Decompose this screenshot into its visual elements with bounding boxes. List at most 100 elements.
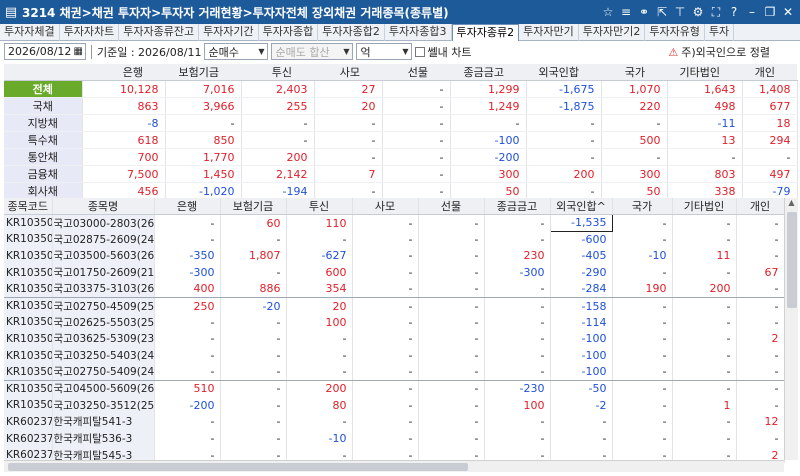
row-label: 회사채 (4, 182, 83, 200)
pin-icon[interactable]: ⊤ (672, 5, 688, 19)
value-cell: - (220, 430, 287, 447)
column-header[interactable]: 종목코드 (4, 198, 53, 215)
table-row[interactable]: KR1035026국고03250-5403(24-2)-------100--- (4, 347, 785, 364)
tab-item[interactable]: 투자자만기2 (579, 24, 646, 41)
table-row[interactable]: KR1035016국고01750-2609(21-7)-300-600---30… (4, 264, 785, 281)
sort-note-text: 주)외국인으로 정렬 (681, 46, 770, 59)
tab-item[interactable]: 투자자체결 (0, 24, 60, 41)
tab-item[interactable]: 투자자종합2 (318, 24, 385, 41)
tab-item[interactable]: 투자자만기 (519, 24, 579, 41)
column-header[interactable]: 국가 (612, 198, 673, 215)
value-cell: - (154, 363, 221, 381)
date-input[interactable]: 2026/08/12 ▦ (4, 43, 86, 60)
restore-icon[interactable]: ❐ (762, 5, 778, 19)
summary-row[interactable]: 금융채 7,500 1,450 2,142 7-300 200 300 803 497 (4, 165, 798, 183)
tab-item[interactable]: 투자자기간 (199, 24, 259, 41)
value-cell: - (314, 131, 383, 149)
column-header[interactable]: 은행 (82, 64, 165, 81)
value-cell: - (352, 214, 419, 232)
table-row[interactable]: KR1035036국고03375-3103(26-3)400886354----… (4, 280, 785, 298)
table-row[interactable]: KR1035026국고03625-5309(23-7)-------100--2 (4, 330, 785, 348)
tab-item[interactable]: 투자자종류잔고 (119, 24, 200, 41)
value-cell: - (484, 314, 551, 331)
value-cell: -10 (612, 247, 673, 265)
scroll-up-icon[interactable]: ▲ (785, 198, 798, 212)
column-header[interactable] (4, 64, 82, 81)
value-cell: - (484, 347, 551, 364)
scroll-thumb[interactable] (8, 463, 468, 471)
period-option-select[interactable]: 순매도 합산 ▼ (271, 43, 354, 60)
column-header[interactable]: 종금금고 (484, 198, 551, 215)
summary-row[interactable]: 전체 10,128 7,016 2,403 27-1,299 -1,675 1,070 1,6… (4, 80, 798, 98)
table-row[interactable]: KR1035026국고03000-2803(26-1)-60110----1,5… (4, 214, 785, 232)
settings-icon[interactable]: ⚙ (690, 5, 706, 19)
table-row[interactable]: KR1035036국고02875-2609(24-9)-------600--- (4, 231, 785, 248)
bond-code: KR1035026 (4, 363, 53, 381)
list-icon[interactable]: ≡ (618, 5, 634, 19)
column-header[interactable]: 사모 (352, 198, 419, 215)
summary-row[interactable]: 회사채 456 -1,020 -194- -50-50 338 -79 (4, 182, 798, 200)
value-cell: - (154, 347, 221, 364)
link-icon[interactable]: ⚭ (636, 5, 652, 19)
value-cell: -1,675 (526, 80, 602, 98)
value-cell: 600 (286, 264, 353, 281)
minimize-icon[interactable]: – (744, 5, 760, 19)
help-icon[interactable]: ? (726, 5, 742, 19)
column-header[interactable]: 종목명 (52, 198, 155, 215)
tab-item[interactable]: 투자자종류2 (451, 24, 520, 41)
bond-code: KR1035026 (4, 214, 53, 232)
tab-item[interactable]: 투자자차트 (60, 24, 120, 41)
column-header[interactable]: 은행 (154, 198, 221, 215)
table-row[interactable]: KR1035026국고02625-5503(25-2)--100----114-… (4, 314, 785, 331)
tab-item[interactable]: 투자자종합 (259, 24, 319, 41)
summary-row[interactable]: 지방채 -8- - - - - - - -11 18 (4, 114, 798, 132)
column-header[interactable]: 국가 (601, 64, 667, 81)
bond-name: 국고01750-2609(21-7) (52, 264, 155, 281)
column-header[interactable]: 투신 (286, 198, 353, 215)
fullscreen-icon[interactable]: ⛶ (708, 5, 724, 20)
summary-row[interactable]: 통안채 700 1,770 200- - -200- - - - (4, 148, 798, 166)
scroll-thumb[interactable] (787, 212, 797, 308)
table-row[interactable]: KR1035026국고03250-3512(25-11)-200-80--100… (4, 397, 785, 414)
column-header[interactable]: 보험기금 (165, 64, 241, 81)
table-row[interactable]: KR1035046국고02750-4509(25-9)250-2020----1… (4, 297, 785, 315)
trade-type-select[interactable]: 순매수 ▼ (204, 43, 269, 60)
menu-icon[interactable]: ▤ (0, 0, 22, 24)
star-icon[interactable]: ☆ (600, 5, 616, 19)
table-row[interactable]: KR1035016국고03500-5603(26-2)-3501,807-627… (4, 247, 785, 265)
column-header[interactable]: 기타법인 (672, 198, 737, 215)
value-cell: - (154, 214, 221, 232)
tab-item[interactable]: 투자 (705, 24, 735, 41)
tab-item[interactable]: 투자자유형 (645, 24, 705, 41)
column-header[interactable]: 외국인합^ (550, 198, 613, 215)
vertical-scrollbar[interactable]: ▲ (784, 198, 798, 460)
column-header[interactable]: 외국인합 (526, 64, 601, 81)
value-cell: - (672, 264, 737, 281)
calendar-icon[interactable]: ▦ (71, 46, 85, 57)
column-header[interactable]: 개인 (742, 64, 797, 81)
summary-row[interactable]: 국채 863 3,966 255 20-1,249 -1,875 220 498 677 (4, 97, 798, 115)
row-label: 전체 (4, 80, 83, 98)
chart-checkbox[interactable]: 쎌내 차트 (415, 44, 471, 60)
checkbox-box[interactable] (415, 46, 426, 57)
table-row[interactable]: KR1035026국고04500-5609(26-8)510-200---230… (4, 380, 785, 398)
unit-select[interactable]: 억 ▼ (356, 43, 413, 60)
column-header[interactable]: 투신 (241, 64, 314, 81)
summary-row[interactable]: 특수채 618 850- - - -100-500 13 294 (4, 131, 798, 149)
table-row[interactable]: KR6023763한국캐피탈536-3---10------- (4, 430, 785, 447)
table-row[interactable]: KR6023763한국캐피탈541-3---------12 (4, 413, 785, 431)
column-header[interactable]: 사모 (314, 64, 382, 81)
tab-item[interactable]: 투자자종합3 (385, 24, 452, 41)
column-header[interactable]: 종금금고 (450, 64, 526, 81)
export-icon[interactable]: ⇱ (654, 5, 670, 19)
column-header[interactable]: 선물 (382, 64, 450, 81)
column-header[interactable]: 개인 (736, 198, 785, 215)
column-header[interactable]: 선물 (418, 198, 485, 215)
bond-code: KR1035026 (4, 314, 53, 331)
value-cell: -1,020 (165, 182, 242, 200)
column-header[interactable]: 보험기금 (220, 198, 287, 215)
table-row[interactable]: KR1035026국고02750-5409(24-8)-------100--- (4, 363, 785, 381)
close-icon[interactable]: ✕ (780, 5, 796, 19)
horizontal-scrollbar[interactable] (4, 460, 784, 472)
column-header[interactable]: 기타법인 (667, 64, 742, 81)
